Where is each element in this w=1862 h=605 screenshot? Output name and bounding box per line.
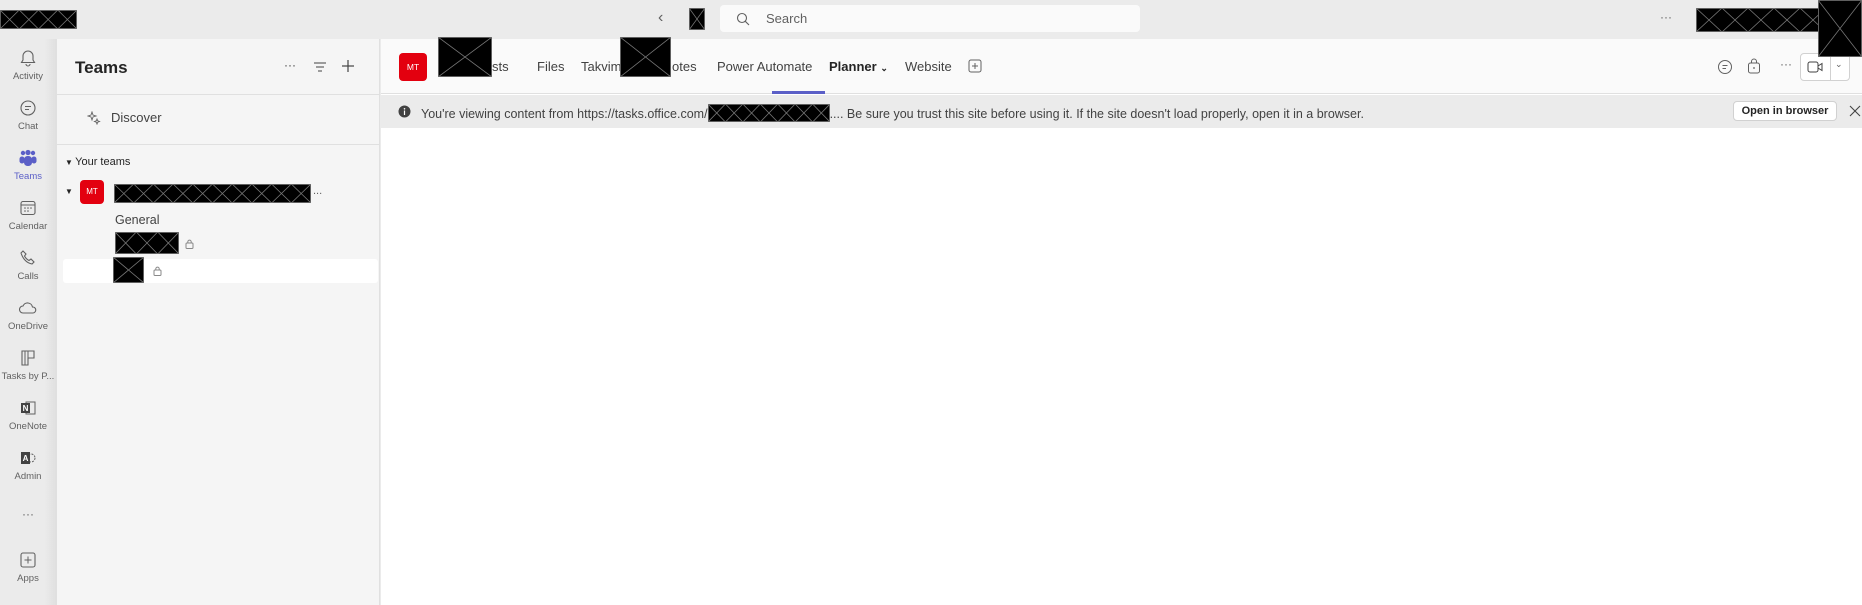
chat-icon bbox=[20, 100, 36, 116]
open-in-browser-button[interactable]: Open in browser bbox=[1733, 101, 1837, 121]
redacted-channel-name bbox=[115, 232, 179, 254]
tab-notes[interactable]: otes bbox=[672, 59, 697, 74]
calendar-icon bbox=[20, 200, 36, 216]
collapse-caret-icon: ▼ bbox=[65, 158, 76, 167]
tab-takvim[interactable]: Takvim bbox=[581, 59, 621, 74]
team-row[interactable]: ▼ MT ... bbox=[65, 180, 365, 205]
discover-item[interactable]: Discover bbox=[71, 102, 367, 134]
banner-text-end: .... Be sure you trust this site before … bbox=[829, 107, 1364, 121]
search-placeholder: Search bbox=[766, 11, 808, 26]
add-apps-icon bbox=[20, 552, 36, 568]
filter-icon[interactable] bbox=[313, 61, 327, 73]
title-bar: ‹ Search ··· bbox=[0, 0, 1862, 57]
redacted-region bbox=[438, 37, 492, 77]
redacted-region bbox=[620, 37, 671, 77]
team-name-ellipsis: ... bbox=[313, 185, 323, 197]
rail-label: Teams bbox=[14, 171, 42, 182]
tab-posts[interactable]: sts bbox=[492, 59, 509, 74]
more-options-button[interactable]: ··· bbox=[1660, 10, 1672, 24]
redacted-profile[interactable] bbox=[1818, 0, 1862, 57]
redacted-team-name bbox=[114, 184, 311, 203]
rail-activity[interactable]: Activity bbox=[0, 49, 56, 82]
channel-general[interactable]: General bbox=[115, 213, 159, 227]
store-bag-icon[interactable] bbox=[1747, 58, 1761, 74]
rail-teams[interactable]: Teams bbox=[0, 149, 56, 182]
lock-icon bbox=[185, 239, 194, 249]
rail-label: Chat bbox=[17, 121, 39, 132]
redacted-region bbox=[0, 10, 77, 29]
team-avatar: MT bbox=[399, 53, 427, 81]
phone-icon bbox=[20, 250, 35, 265]
tab-power-automate[interactable]: Power Automate bbox=[717, 59, 812, 74]
your-teams-label: Your teams bbox=[75, 156, 131, 168]
banner-text-start: You're viewing content from https://task… bbox=[421, 107, 708, 121]
discover-label: Discover bbox=[111, 110, 162, 125]
bell-icon bbox=[20, 50, 36, 67]
trust-warning-banner: You're viewing content from https://task… bbox=[381, 95, 1862, 128]
rail-tasks[interactable]: Tasks by P... bbox=[0, 349, 56, 382]
channel-header: MT sts Files Takvim otes Power Automate … bbox=[381, 37, 1862, 94]
redacted-region bbox=[689, 8, 705, 30]
channel-item-selected[interactable] bbox=[63, 257, 378, 283]
rail-calls[interactable]: Calls bbox=[0, 249, 56, 282]
team-avatar: MT bbox=[80, 180, 104, 204]
rail-label: Activity bbox=[12, 71, 44, 82]
tab-planner[interactable]: Planner ⌄ bbox=[829, 59, 888, 74]
conversation-icon[interactable] bbox=[1717, 59, 1733, 75]
rail-onedrive[interactable]: OneDrive bbox=[0, 299, 56, 332]
chevron-down-icon[interactable]: ⌄ bbox=[1835, 59, 1843, 70]
video-camera-icon bbox=[1807, 61, 1823, 73]
redacted-channel-name bbox=[113, 257, 144, 283]
teams-panel: Teams ··· Discover ▼ Your teams ▼ MT ...… bbox=[56, 39, 380, 605]
chevron-down-icon: ⌄ bbox=[880, 63, 888, 73]
back-chevron-icon[interactable]: ‹ bbox=[658, 9, 663, 27]
planner-icon bbox=[21, 350, 35, 366]
redacted-url bbox=[707, 104, 830, 122]
channel-item[interactable] bbox=[115, 232, 245, 254]
rail-label: OneDrive bbox=[7, 321, 49, 332]
add-tab-icon[interactable] bbox=[968, 59, 982, 73]
sparkle-icon bbox=[87, 111, 101, 125]
rail-label: Calls bbox=[17, 271, 39, 282]
info-icon bbox=[398, 105, 411, 118]
close-icon[interactable] bbox=[1849, 105, 1861, 117]
plus-icon[interactable] bbox=[341, 59, 355, 73]
teams-icon bbox=[19, 149, 37, 166]
lock-icon bbox=[153, 266, 162, 276]
your-teams-header[interactable]: ▼ Your teams bbox=[65, 156, 130, 168]
rail-label: Admin bbox=[14, 471, 42, 482]
rail-calendar[interactable]: Calendar bbox=[0, 199, 56, 232]
meet-button[interactable]: ⌄ bbox=[1800, 53, 1850, 81]
more-options-button[interactable]: ··· bbox=[284, 58, 296, 72]
rail-chat[interactable]: Chat bbox=[0, 99, 56, 132]
rail-label: OneNote bbox=[8, 421, 48, 432]
redacted-region bbox=[1696, 8, 1826, 32]
cloud-icon bbox=[18, 302, 37, 314]
onenote-icon: N bbox=[21, 401, 36, 415]
rail-label: Tasks by P... bbox=[1, 371, 55, 382]
panel-title: Teams bbox=[75, 58, 128, 77]
tab-files[interactable]: Files bbox=[537, 59, 564, 74]
rail-label: Calendar bbox=[8, 221, 48, 232]
admin-icon: A bbox=[21, 452, 36, 464]
collapse-caret-icon: ▼ bbox=[65, 187, 73, 196]
more-options-button[interactable]: ··· bbox=[1780, 57, 1792, 71]
svg-text:A: A bbox=[23, 454, 29, 463]
tab-website[interactable]: Website bbox=[905, 59, 952, 74]
rail-apps[interactable]: Apps bbox=[0, 551, 56, 584]
banner-text: You're viewing content from https://task… bbox=[421, 104, 1364, 122]
rail-admin[interactable]: A Admin bbox=[0, 449, 56, 482]
search-icon bbox=[736, 12, 750, 26]
rail-onenote[interactable]: N OneNote bbox=[0, 399, 56, 432]
rail-label: Apps bbox=[17, 573, 39, 584]
tab-label: Planner bbox=[829, 59, 877, 74]
app-rail: Activity Chat Teams Calendar Calls OneDr… bbox=[0, 39, 56, 605]
search-input[interactable]: Search bbox=[720, 5, 1140, 32]
svg-text:N: N bbox=[23, 404, 29, 413]
active-tab-indicator bbox=[772, 91, 825, 94]
main-content: MT sts Files Takvim otes Power Automate … bbox=[381, 37, 1862, 605]
more-apps-button[interactable]: ··· bbox=[0, 507, 56, 521]
